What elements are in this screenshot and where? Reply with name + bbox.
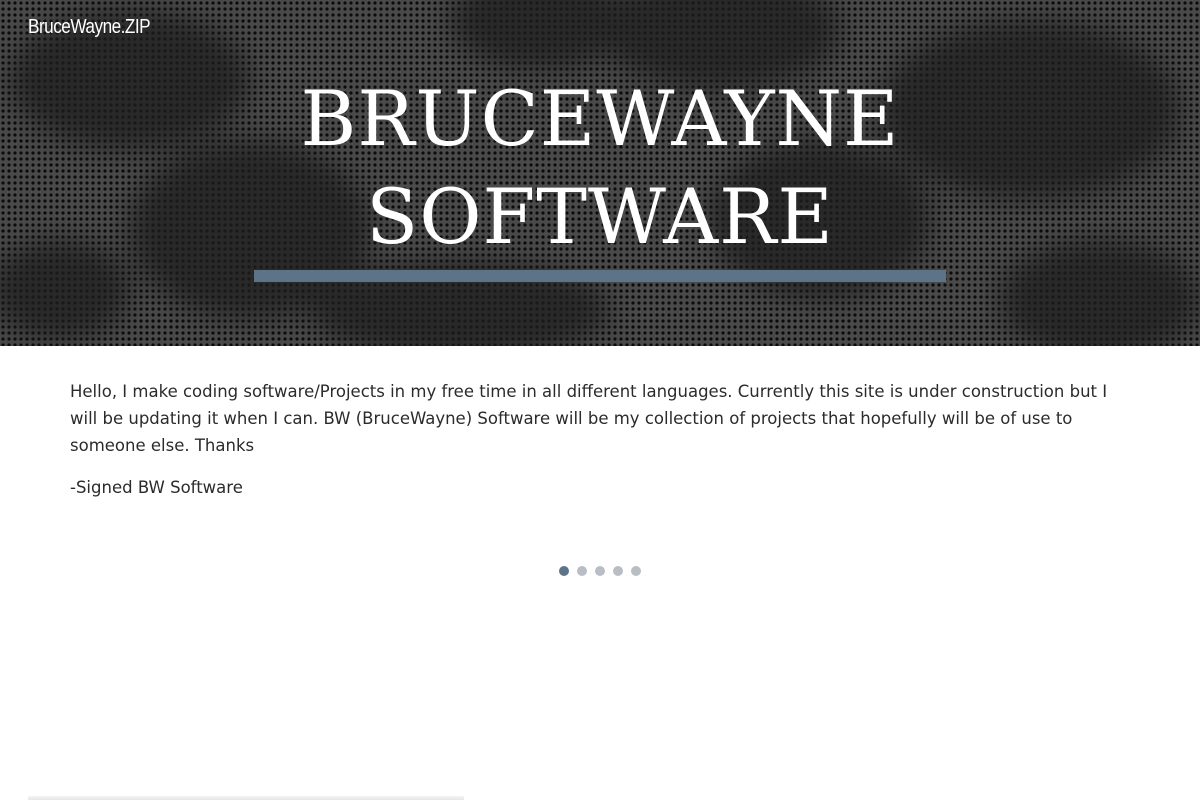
hero-title-line-2: SOFTWARE [366, 172, 834, 261]
bottom-card-edge [28, 796, 464, 800]
slider-pagination [0, 566, 1200, 576]
slider-dot-2[interactable] [577, 566, 587, 576]
site-logo-link[interactable]: BruceWayne.ZIP [28, 16, 151, 39]
slider-dot-3[interactable] [595, 566, 605, 576]
hero-title-line-1: BRUCEWAYNE [300, 74, 900, 163]
hero-title: BRUCEWAYNE SOFTWARE [0, 70, 1200, 266]
slider-dot-5[interactable] [631, 566, 641, 576]
hero-banner: BruceWayne.ZIP BRUCEWAYNE SOFTWARE [0, 0, 1200, 346]
intro-section: Hello, I make coding software/Projects i… [70, 378, 1130, 501]
signature-text: -Signed BW Software [70, 478, 243, 497]
hero-accent-divider [254, 270, 946, 282]
slider-dot-4[interactable] [613, 566, 623, 576]
intro-paragraph: Hello, I make coding software/Projects i… [70, 382, 1108, 455]
slider-dot-1[interactable] [559, 566, 569, 576]
